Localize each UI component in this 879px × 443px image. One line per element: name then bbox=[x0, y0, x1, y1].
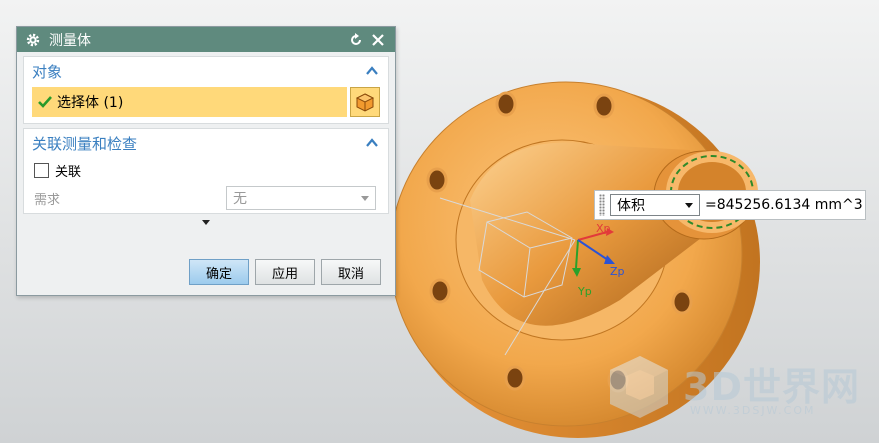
ok-button[interactable]: 确定 bbox=[189, 259, 249, 285]
chevron-up-icon[interactable] bbox=[364, 63, 380, 79]
measure-body-dialog: 测量体 对象 选择体 (1) 关联测量和检查 关联 需求 无 确定 应用 取消 bbox=[16, 26, 396, 296]
dialog-buttons: 确定 应用 取消 bbox=[183, 259, 381, 285]
x-axis-label: Xp bbox=[596, 222, 611, 235]
solid-body-icon bbox=[355, 93, 375, 112]
assoc-section: 关联测量和检查 关联 需求 无 bbox=[23, 128, 389, 214]
assoc-section-title: 关联测量和检查 bbox=[32, 134, 138, 153]
requirement-label: 需求 bbox=[34, 192, 61, 208]
object-section-header[interactable]: 对象 bbox=[24, 57, 388, 85]
select-body-field[interactable]: 选择体 (1) bbox=[32, 87, 347, 117]
dialog-title-bar[interactable]: 测量体 bbox=[17, 27, 395, 52]
watermark-brand: 3D世界网 bbox=[683, 365, 860, 409]
close-icon bbox=[372, 33, 384, 46]
chevron-down-icon bbox=[685, 202, 693, 208]
requirement-value: 无 bbox=[233, 191, 247, 207]
z-axis-label: Zp bbox=[610, 265, 625, 278]
assoc-section-header[interactable]: 关联测量和检查 bbox=[24, 129, 388, 157]
watermark-url: WWW.3DSJW.COM bbox=[690, 404, 816, 417]
watermark: 3D世界网 WWW.3DSJW.COM bbox=[598, 356, 868, 426]
measure-result: =845256.6134 mm^3 bbox=[705, 197, 863, 213]
gear-icon bbox=[26, 33, 40, 46]
check-icon bbox=[38, 96, 52, 108]
apply-button[interactable]: 应用 bbox=[255, 259, 315, 285]
object-section: 对象 选择体 (1) bbox=[23, 56, 389, 124]
dialog-title: 测量体 bbox=[49, 32, 91, 49]
select-body-label: 选择体 (1) bbox=[57, 95, 124, 111]
associative-label: 关联 bbox=[55, 164, 82, 180]
caret-down-icon[interactable] bbox=[202, 219, 210, 225]
measure-type-select[interactable]: 体积 bbox=[610, 194, 700, 216]
select-body-button[interactable] bbox=[350, 87, 380, 117]
reset-button[interactable] bbox=[347, 31, 365, 49]
chevron-down-icon bbox=[361, 195, 369, 201]
drag-handle[interactable] bbox=[599, 194, 605, 216]
close-button[interactable] bbox=[369, 31, 387, 49]
y-axis-label: Yp bbox=[577, 285, 592, 298]
cancel-button[interactable]: 取消 bbox=[321, 259, 381, 285]
reset-icon bbox=[351, 32, 361, 45]
object-section-title: 对象 bbox=[32, 62, 63, 81]
expand-more[interactable] bbox=[17, 214, 395, 230]
measurement-callout: 体积 =845256.6134 mm^3 bbox=[594, 190, 866, 220]
chevron-up-icon[interactable] bbox=[364, 135, 380, 151]
associative-checkbox[interactable] bbox=[34, 162, 49, 178]
measure-type-value: 体积 bbox=[617, 198, 645, 214]
requirement-select[interactable]: 无 bbox=[226, 186, 376, 210]
